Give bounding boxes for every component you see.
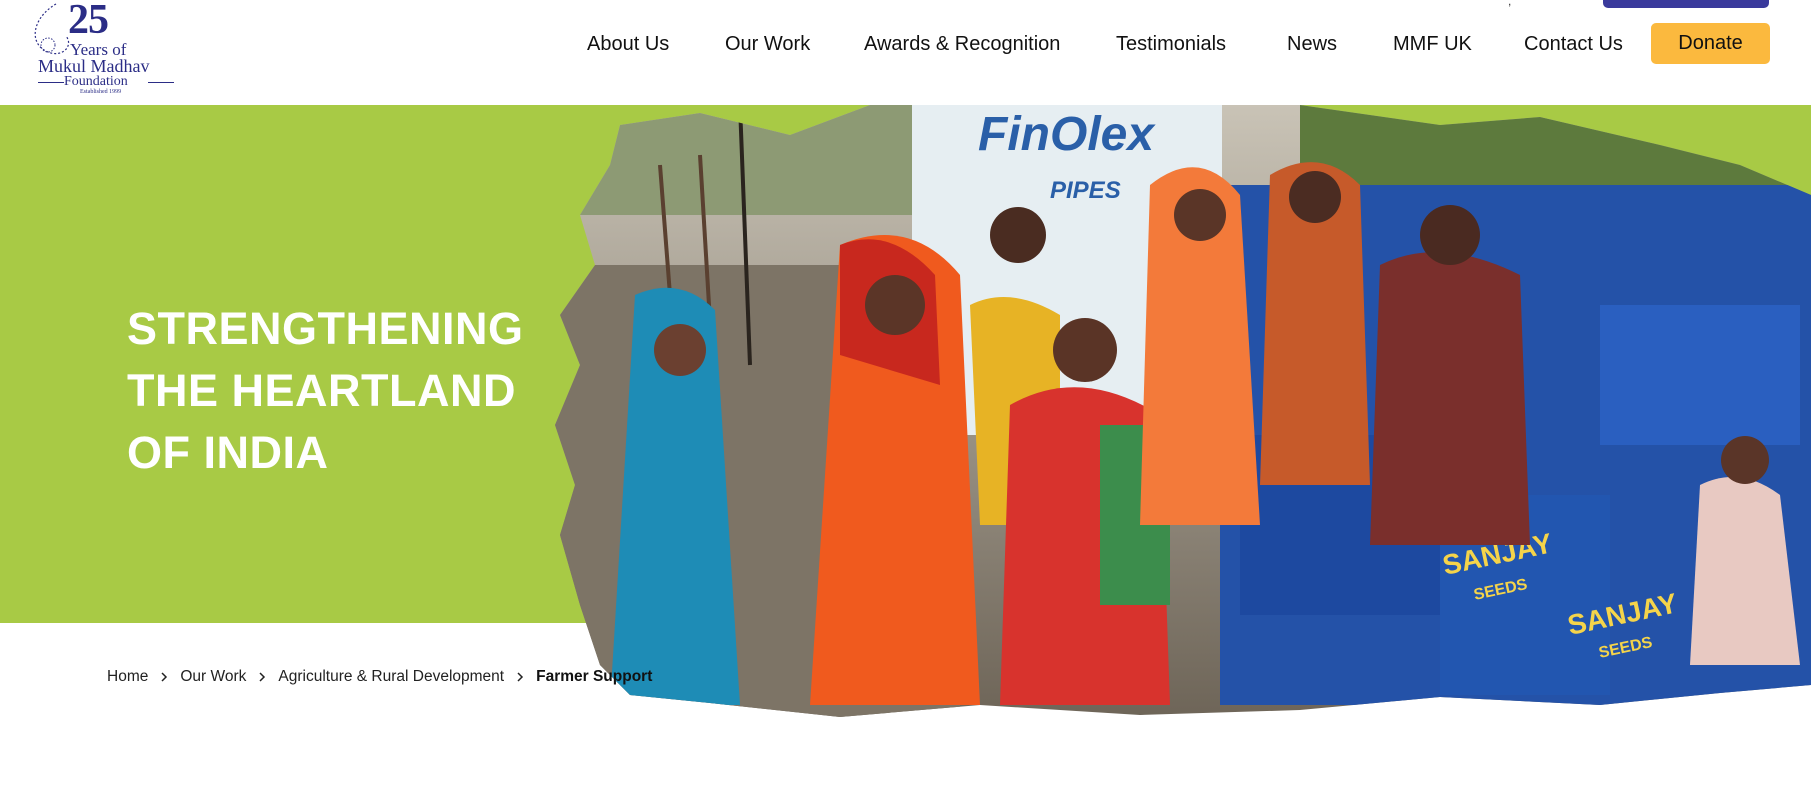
- breadcrumb-our-work[interactable]: Our Work: [180, 668, 246, 686]
- nav-contact-us[interactable]: Contact Us: [1524, 33, 1623, 56]
- main-navigation: About Us Our Work Awards & Recognition T…: [0, 0, 1811, 90]
- banner-brand-text: FinOlex: [978, 108, 1156, 161]
- nav-news[interactable]: News: [1287, 33, 1337, 56]
- hero-heading-line-1: STRENGTHENING: [127, 303, 524, 354]
- breadcrumb-agriculture[interactable]: Agriculture & Rural Development: [278, 668, 504, 686]
- breadcrumb-current-page: Farmer Support: [536, 668, 653, 685]
- hero-heading: STRENGTHENING THE HEARTLAND OF INDIA: [127, 298, 587, 484]
- hero-heading-line-2: THE HEARTLAND: [127, 365, 516, 416]
- chevron-right-icon: [259, 672, 266, 682]
- hero-photo-women-farmers: FinOlex PIPES SANJAY SEEDS SANJAY SEEDS: [555, 105, 1811, 717]
- nav-testimonials[interactable]: Testimonials: [1116, 33, 1226, 56]
- donate-button[interactable]: Donate: [1651, 23, 1770, 64]
- hero-heading-line-3: OF INDIA: [127, 427, 329, 478]
- banner-sub-text: PIPES: [1050, 177, 1121, 204]
- nav-about-us[interactable]: About Us: [587, 33, 669, 56]
- chevron-right-icon: [161, 672, 168, 682]
- chevron-right-icon: [517, 672, 524, 682]
- nav-mmf-uk[interactable]: MMF UK: [1393, 33, 1472, 56]
- nav-our-work[interactable]: Our Work: [725, 33, 810, 56]
- site-header: 25 Years of Mukul Madhav Foundation Esta…: [0, 0, 1811, 105]
- nav-awards-recognition[interactable]: Awards & Recognition: [864, 33, 1060, 56]
- breadcrumb: Home Our Work Agriculture & Rural Develo…: [107, 668, 652, 686]
- breadcrumb-home[interactable]: Home: [107, 668, 148, 686]
